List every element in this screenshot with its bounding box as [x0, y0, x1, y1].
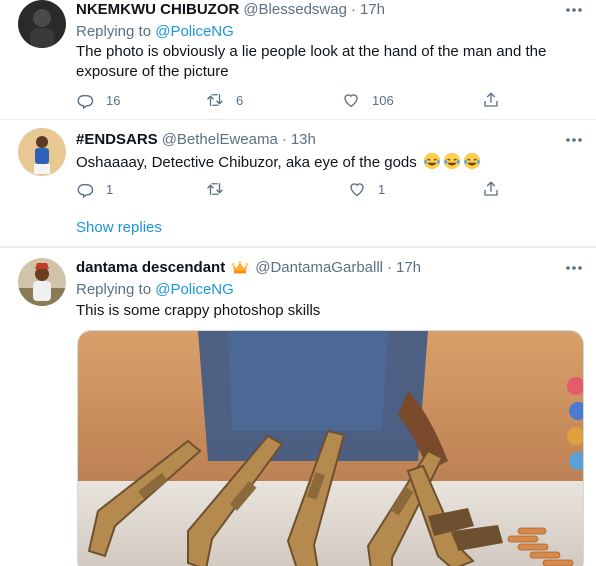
- tweet-text: This is some crappy photoshop skills: [76, 302, 321, 319]
- user-handle[interactable]: @Blessedswag: [243, 0, 347, 20]
- replying-to: Replying to @PoliceNG: [76, 22, 584, 42]
- share-icon: [484, 181, 498, 196]
- heart-icon: [344, 94, 358, 108]
- share-icon: [484, 92, 498, 107]
- replying-to-link[interactable]: @PoliceNG: [155, 281, 234, 298]
- share-button[interactable]: [482, 90, 500, 110]
- reply-icon: [77, 94, 94, 109]
- photo-of-rifles-icon: [78, 331, 583, 566]
- reply-button[interactable]: 1: [76, 179, 113, 199]
- timestamp[interactable]: 17h: [396, 258, 421, 278]
- retweet-icon: [207, 183, 223, 195]
- avatar[interactable]: [18, 128, 66, 176]
- timestamp[interactable]: 13h: [291, 130, 316, 150]
- like-button[interactable]: 106: [342, 90, 394, 110]
- retweet-button[interactable]: [206, 179, 236, 199]
- retweet-button[interactable]: 6: [206, 90, 243, 110]
- like-count: 1: [378, 181, 386, 197]
- avatar[interactable]: [18, 0, 66, 48]
- reply-count: 1: [106, 181, 114, 197]
- replying-to: Replying to @PoliceNG: [76, 280, 584, 300]
- tweet-text-body: Oshaaaay, Detective Chibuzor, aka eye of…: [76, 154, 417, 171]
- user-handle[interactable]: @DantamaGarballl: [255, 258, 383, 278]
- timestamp[interactable]: 17h: [360, 0, 385, 20]
- laughing-tears-emoji-icon: [423, 152, 441, 170]
- more-options-icon[interactable]: [564, 2, 584, 18]
- reply-button[interactable]: 16: [76, 90, 120, 110]
- replying-to-label: Replying to: [76, 281, 152, 298]
- more-options-icon[interactable]: [564, 260, 584, 276]
- laughing-tears-emoji-icon: [443, 152, 461, 170]
- avatar[interactable]: [18, 258, 66, 306]
- show-replies-link[interactable]: Show replies: [76, 219, 162, 236]
- display-name[interactable]: NKEMKWU CHIBUZOR: [76, 0, 239, 20]
- separator-dot: ·: [387, 259, 392, 276]
- divider: [0, 246, 596, 248]
- display-name[interactable]: dantama descendant: [76, 258, 225, 278]
- user-handle[interactable]: @BethelEweama: [162, 130, 278, 150]
- separator-dot: ·: [281, 131, 287, 148]
- laughing-tears-emoji-icon: [463, 152, 481, 170]
- retweet-count: 6: [236, 92, 244, 108]
- share-button[interactable]: [482, 179, 500, 199]
- replying-to-link[interactable]: @PoliceNG: [155, 23, 234, 40]
- tweet-2[interactable]: #ENDSARS @BethelEweama · 13h Oshaaaay, D…: [0, 128, 596, 246]
- crown-emoji-icon: [231, 261, 249, 274]
- like-button[interactable]: 1: [348, 179, 385, 199]
- display-name[interactable]: #ENDSARS: [76, 130, 158, 150]
- separator-dot: ·: [350, 1, 356, 18]
- heart-icon: [350, 183, 364, 197]
- replying-to-label: Replying to: [76, 23, 152, 40]
- more-options-icon[interactable]: [564, 132, 584, 148]
- reply-count: 16: [106, 92, 121, 108]
- retweet-icon: [207, 94, 223, 106]
- like-count: 106: [372, 92, 394, 108]
- tweet-1[interactable]: NKEMKWU CHIBUZOR @Blessedswag · 17h Repl…: [0, 0, 596, 125]
- tweet-text: The photo is obviously a lie people look…: [76, 43, 547, 80]
- divider: [0, 119, 596, 120]
- tweet-text: Oshaaaay, Detective Chibuzor, aka eye of…: [76, 152, 584, 173]
- reply-icon: [77, 183, 94, 198]
- tweet-media-photo[interactable]: [77, 330, 584, 566]
